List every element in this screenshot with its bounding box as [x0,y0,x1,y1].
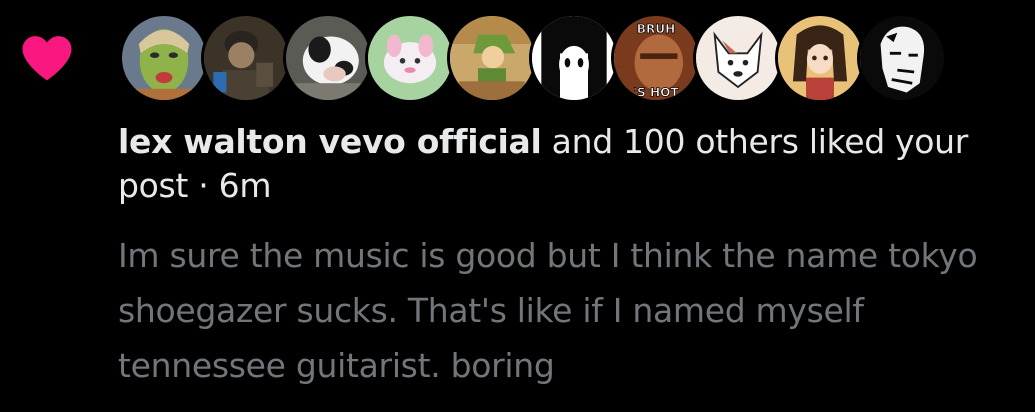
bruh-caption-bottom: 'S HOT [633,85,679,99]
avatar-dog-sketch[interactable] [693,13,783,103]
avatar-link-art[interactable] [447,13,537,103]
bruh-caption-top: BRUH [637,22,676,36]
avatar-pink-creature[interactable] [365,13,455,103]
avatar-bw-sketch[interactable] [857,13,947,103]
avatar-person-photo[interactable] [201,13,291,103]
avatar-anime-girl-bw[interactable] [529,13,619,103]
avatar-bruh-meme[interactable]: BRUH 'S HOT [611,13,701,103]
separator: · [188,166,219,205]
notification-headline: lex walton vevo official and 100 others … [118,120,1018,208]
post-preview-text[interactable]: Im sure the music is good but I think th… [118,228,1018,393]
heart-icon [22,36,72,81]
actor-name[interactable]: lex walton vevo official [118,122,542,161]
avatar-anime-girl-color[interactable] [775,13,865,103]
avatar-green-face[interactable] [119,13,209,103]
avatar-cow[interactable] [283,13,373,103]
liker-avatars: BRUH 'S HOT [119,13,947,105]
like-notification[interactable]: BRUH 'S HOT lex walton vevo official and… [0,0,1035,412]
timestamp: 6m [218,166,272,205]
